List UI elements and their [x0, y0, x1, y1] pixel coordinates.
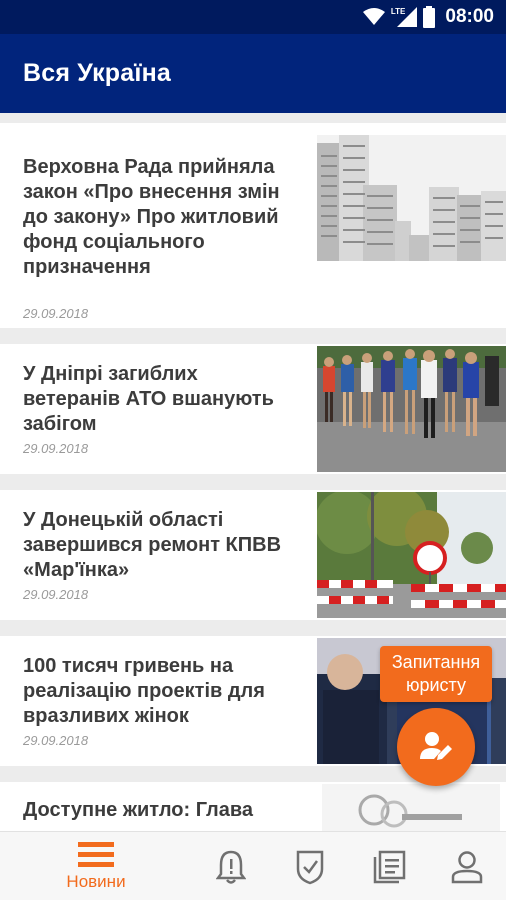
nav-alerts[interactable] — [206, 832, 256, 900]
app-bar: Вся Україна — [0, 34, 506, 113]
status-bar: LTE 08:00 — [0, 0, 506, 34]
news-headline: У Дніпрі загиблих ветеранів АТО вшанують… — [23, 363, 274, 435]
news-headline: Доступне житло: Глава — [23, 799, 254, 821]
ask-lawyer-label[interactable]: Запитання юристу — [380, 646, 492, 702]
news-image-checkpoint-barrier — [317, 492, 506, 618]
news-image-keys — [322, 784, 500, 831]
page-title: Вся Україна — [23, 59, 172, 87]
news-card[interactable]: Доступне житло: Глава — [0, 782, 506, 831]
news-date: 29.09.2018 — [23, 587, 89, 602]
news-menu-icon — [78, 841, 114, 867]
ask-lawyer-button[interactable] — [397, 708, 475, 786]
news-card[interactable]: У Дніпрі загиблих ветеранів АТО вшанують… — [0, 344, 506, 474]
bell-alert-icon — [216, 850, 246, 884]
shield-check-icon — [296, 850, 324, 884]
news-headline: Верховна Рада прийняла закон «Про внесен… — [23, 156, 280, 278]
profile-icon — [451, 850, 483, 883]
nav-news[interactable]: Новини — [50, 832, 142, 900]
news-card[interactable]: У Донецькій області завершився ремонт КП… — [0, 490, 506, 620]
battery-icon — [423, 6, 436, 28]
wifi-icon — [362, 8, 385, 25]
nav-profile[interactable] — [442, 832, 492, 900]
news-date: 29.09.2018 — [23, 441, 89, 456]
nav-protection[interactable] — [285, 832, 335, 900]
nav-documents[interactable] — [364, 832, 414, 900]
clock: 08:00 — [445, 6, 494, 27]
news-card[interactable]: Верховна Рада прийняла закон «Про внесен… — [0, 123, 506, 328]
news-date: 29.09.2018 — [23, 306, 89, 321]
lawyer-edit-icon — [420, 732, 452, 760]
bottom-navigation: Новини — [0, 831, 506, 900]
news-image-residential-buildings — [317, 135, 506, 261]
nav-news-label: Новини — [66, 871, 126, 891]
news-image-runners-race — [317, 346, 506, 472]
news-date: 29.09.2018 — [23, 733, 89, 748]
network-type: LTE — [390, 7, 406, 16]
news-headline: У Донецькій області завершився ремонт КП… — [23, 509, 282, 581]
documents-icon — [373, 850, 406, 883]
news-headline: 100 тисяч гривень на реалізацію проектів… — [23, 655, 265, 727]
